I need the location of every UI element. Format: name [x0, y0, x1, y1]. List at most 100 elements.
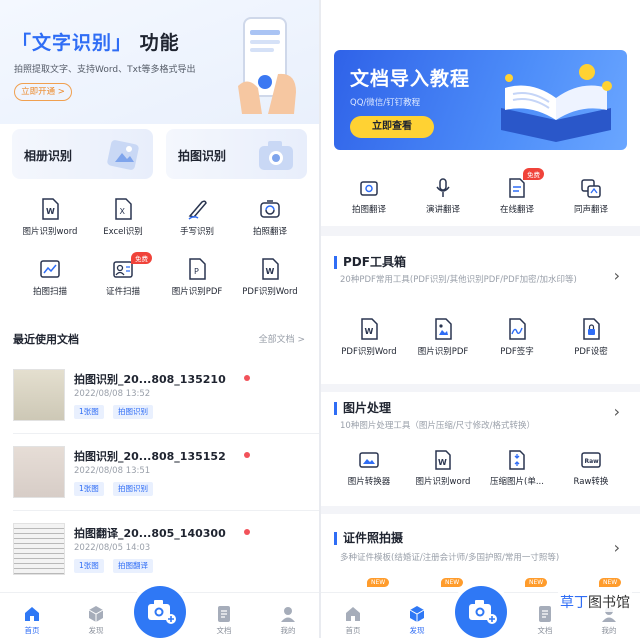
free-badge: 免费: [131, 252, 152, 264]
ocr-promo-banner[interactable]: 「文字识别」 功能 拍照提取文字、支持Word、Txt等多格式导出 立即开通 >: [0, 0, 319, 124]
unread-dot: [244, 452, 250, 458]
quick-simultaneous-translate[interactable]: 同声翻译: [551, 178, 631, 215]
pdf-tool-item[interactable]: PDF设密: [551, 318, 631, 357]
watermark: 草丁图书馆: [558, 592, 632, 612]
banner-title: 文档导入教程: [350, 68, 471, 90]
doc-thumbnail: [13, 369, 65, 421]
doc-thumbnail: [13, 523, 65, 575]
panel-description: 多种证件模板(结婚证/注册会计师/多国护照/常用一寸照等): [340, 553, 560, 563]
home-icon: [25, 607, 39, 621]
word-doc-icon: W: [435, 450, 451, 470]
quick-online-translate[interactable]: 免费 在线翻译: [477, 168, 557, 215]
quick-photo-translate[interactable]: 拍图翻译: [329, 178, 409, 215]
recent-doc-item[interactable]: 拍图识别_20...808_135152 2022/08/08 13:51 1张…: [0, 446, 319, 520]
user-icon: [281, 607, 295, 622]
tool-photo-translate[interactable]: 拍照翻译: [230, 198, 310, 237]
panel-title: 证件照拍摄: [334, 532, 403, 545]
doc-thumbnail: [13, 446, 65, 498]
camera-fab-button[interactable]: [455, 586, 507, 638]
free-badge: 免费: [523, 168, 544, 180]
pdf-word-icon: W: [361, 318, 378, 340]
chevron-right-icon[interactable]: ›: [614, 266, 620, 285]
all-docs-link[interactable]: 全部文档 >: [259, 332, 305, 345]
unread-dot: [244, 375, 250, 381]
import-tutorial-banner[interactable]: 文档导入教程 QQ/微信/钉钉教程 立即查看: [334, 50, 627, 150]
banner-subtitle: QQ/微信/钉钉教程: [350, 98, 421, 108]
tool-excel-recognition[interactable]: X Excel识别: [83, 198, 163, 237]
svg-text:X: X: [120, 207, 126, 216]
camera-plus-icon: [148, 600, 176, 624]
document-icon: [218, 606, 230, 622]
panel-description: 10种图片处理工具（图片压缩/尺寸修改/格式转换）: [340, 421, 536, 431]
document-icon: [539, 606, 551, 622]
activate-now-button[interactable]: 立即开通 >: [14, 83, 72, 101]
divider: [13, 433, 319, 434]
pdf-tool-item[interactable]: PDF签字: [477, 318, 557, 357]
svg-text:W: W: [438, 458, 447, 467]
doc-date: 2022/08/08 13:52: [74, 389, 151, 399]
image-pdf-icon: [435, 318, 452, 340]
chevron-right-icon[interactable]: ›: [614, 402, 620, 421]
image-tool-item[interactable]: W 图片识别word: [403, 450, 483, 487]
doc-tag: 拍图翻译: [113, 559, 153, 573]
recent-doc-item[interactable]: 拍图识别_20...808_135210 2022/08/08 13:52 1张…: [0, 369, 319, 443]
unread-dot: [244, 529, 250, 535]
home-icon: [346, 607, 360, 621]
phone-hand-illustration: [238, 17, 296, 114]
tab-discover[interactable]: 发现: [76, 605, 116, 636]
tool-image-to-word[interactable]: W 图片识别word: [10, 198, 90, 237]
discover-screen: 文档导入教程 QQ/微信/钉钉教程 立即查看 拍图翻译 演讲翻译 免费 在线翻译…: [321, 0, 640, 638]
album-recognition-card[interactable]: 相册识别: [12, 129, 153, 179]
image-tool-item[interactable]: Raw Raw转换: [551, 450, 631, 487]
scan-icon: [40, 260, 60, 278]
view-now-button[interactable]: 立即查看: [350, 116, 434, 138]
word-doc-icon: W: [42, 198, 59, 220]
quick-speech-translate[interactable]: 演讲翻译: [403, 178, 483, 215]
photo-recognition-card[interactable]: 拍图识别: [166, 129, 307, 179]
raw-file-icon: Raw: [581, 452, 601, 468]
svg-text:W: W: [365, 327, 374, 336]
tab-home[interactable]: 首页: [333, 605, 373, 636]
doc-name: 拍图翻译_20...805_140300: [74, 527, 226, 540]
doc-tag: 1张图: [74, 559, 104, 573]
lock-doc-icon: [583, 318, 600, 340]
recent-docs-title: 最近使用文档: [13, 333, 79, 346]
svg-text:W: W: [266, 267, 275, 276]
signature-icon: [509, 318, 526, 340]
tool-image-to-pdf[interactable]: P 图片识别PDF: [157, 258, 237, 297]
panel-title: PDF工具箱: [334, 256, 406, 269]
image-tool-item[interactable]: 压缩图片(单...: [477, 450, 557, 487]
photo-album-icon: [107, 140, 139, 170]
panel-title: 图片处理: [334, 402, 391, 415]
camera-fab-button[interactable]: [134, 586, 186, 638]
panel-description: 20种PDF常用工具(PDF识别/其他识别PDF/PDF加密/加水印等): [340, 275, 577, 285]
doc-tag: 1张图: [74, 405, 104, 419]
image-tool-item[interactable]: 图片转换器: [329, 450, 409, 487]
pdf-to-word-icon: W: [262, 258, 279, 280]
doc-tag: 1张图: [74, 482, 104, 496]
svg-text:Raw: Raw: [585, 458, 600, 465]
doc-tag: 拍图识别: [113, 405, 153, 419]
compress-icon: [509, 450, 525, 470]
tab-documents[interactable]: 文档: [204, 605, 244, 636]
tool-pdf-to-word[interactable]: W PDF识别Word: [230, 258, 310, 297]
svg-text:P: P: [194, 267, 199, 276]
tool-handwriting[interactable]: 手写识别: [157, 198, 237, 237]
tab-profile[interactable]: 我的: [268, 605, 308, 636]
tab-discover[interactable]: 发现: [397, 605, 437, 636]
pdf-toolbox-panel: PDF工具箱 20种PDF常用工具(PDF识别/其他识别PDF/PDF加密/加水…: [321, 236, 640, 384]
home-screen: 「文字识别」 功能 拍照提取文字、支持Word、Txt等多格式导出 立即开通 >…: [0, 0, 319, 638]
pdf-tool-item[interactable]: W PDF识别Word: [329, 318, 409, 357]
tool-photo-scan[interactable]: 拍图扫描: [10, 258, 90, 297]
tab-home[interactable]: 首页: [12, 605, 52, 636]
tool-id-scan[interactable]: 免费 证件扫描: [83, 252, 163, 297]
camera-plus-icon: [469, 600, 497, 624]
svg-text:W: W: [46, 207, 55, 216]
promo-title: 「文字识别」 功能: [12, 32, 180, 54]
divider: [13, 510, 319, 511]
excel-doc-icon: X: [115, 198, 132, 220]
chevron-right-icon[interactable]: ›: [614, 538, 620, 557]
pdf-doc-icon: P: [189, 258, 206, 280]
pdf-tool-item[interactable]: 图片识别PDF: [403, 318, 483, 357]
new-badge: NEW: [599, 578, 622, 587]
